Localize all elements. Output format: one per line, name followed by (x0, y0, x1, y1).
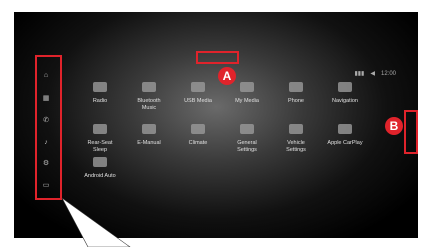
callout-pointer (61, 197, 131, 247)
infotainment-frame: ▮▮▮ ◀ 12:00 ⌂ ▦ ✆ ♪ ⚙ ▭ Radio Bluetooth Music U… (0, 0, 430, 247)
